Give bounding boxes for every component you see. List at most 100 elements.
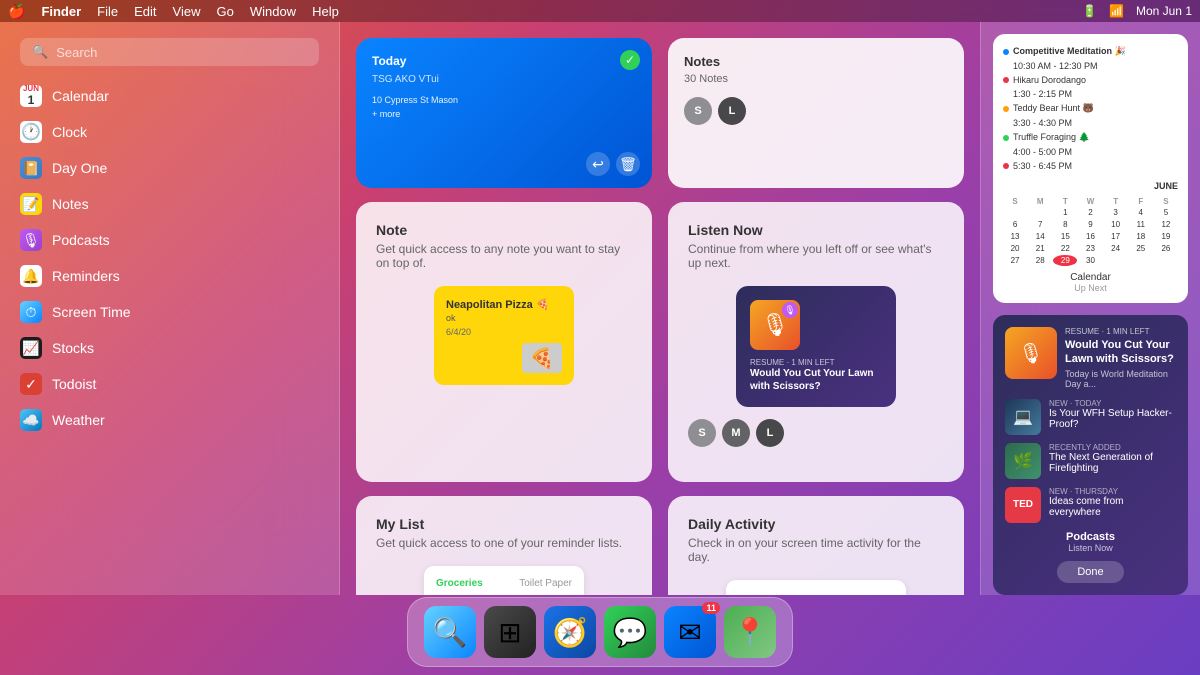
calendar-footer-sub: Up Next [1003, 283, 1178, 293]
reminders-app-icon: 🔔 [20, 265, 42, 287]
cal-day-28: 28 [1028, 255, 1052, 266]
podcast-item-tag-1: NEW · TODAY [1049, 399, 1176, 408]
dock-icon-mail[interactable]: ✉ 11 [664, 606, 716, 658]
widget-row-bot: My List Get quick access to one of your … [356, 496, 964, 595]
mail-badge: 11 [702, 602, 720, 614]
cal-header-w: W [1078, 197, 1102, 206]
sidebar-item-todoist[interactable]: ✓ Todoist [8, 366, 331, 402]
dock-icon-messages[interactable]: 💬 [604, 606, 656, 658]
calendar-app-icon: JUN1 [20, 85, 42, 107]
menubar-file[interactable]: File [97, 4, 118, 19]
podcast-list-item-2[interactable]: 🌿 RECENTLY ADDED The Next Generation of … [1005, 443, 1176, 479]
listen-avatars: S M L [688, 419, 944, 447]
sidebar-item-dayone[interactable]: 📔 Day One [8, 150, 331, 186]
dock-icon-maps[interactable]: 📍 [724, 606, 776, 658]
sidebar-item-stocks[interactable]: 📈 Stocks [8, 330, 331, 366]
sidebar: 🔍 JUN1 Calendar 🕐 Clock 📔 Day One 📝 Note… [0, 22, 340, 595]
widget-my-list: My List Get quick access to one of your … [356, 496, 652, 595]
widget-listen-now: Listen Now Continue from where you left … [668, 202, 964, 482]
search-input[interactable] [56, 45, 307, 60]
event-label-1: Competitive Meditation 🎉 [1013, 46, 1126, 57]
listen-card-tag: RESUME · 1 MIN LEFT [750, 358, 882, 367]
listen-avatar-m: M [722, 419, 750, 447]
podcast-item-title-2: The Next Generation of Firefighting [1049, 452, 1176, 474]
podcast-list-item-3[interactable]: TED NEW · THURSDAY Ideas come from every… [1005, 487, 1176, 523]
dock-icon-finder[interactable]: 🔍 [424, 606, 476, 658]
cal-day-30: 30 [1078, 255, 1102, 266]
sidebar-label-screentime: Screen Time [52, 304, 131, 320]
podcast-thumb-1: 💻 [1005, 399, 1041, 435]
menubar-window[interactable]: Window [250, 4, 296, 19]
todoist-app-icon: ✓ [20, 373, 42, 395]
calendar-month: JUNE [1154, 181, 1178, 191]
cal-day-25: 25 [1129, 243, 1153, 254]
cal-day-9: 9 [1078, 219, 1102, 230]
dock-icon-safari[interactable]: 🧭 [544, 606, 596, 658]
listen-avatar-s: S [688, 419, 716, 447]
sidebar-item-weather[interactable]: ☁️ Weather [8, 402, 331, 438]
dock-icon-launchpad[interactable]: ⊞ [484, 606, 536, 658]
podcast-item-info-1: NEW · TODAY Is Your WFH Setup Hacker-Pro… [1049, 399, 1176, 430]
cal-day-20: 20 [1003, 243, 1027, 254]
calendar-event-5: 5:30 - 6:45 PM [1003, 159, 1178, 173]
notes-avatars: S L [684, 97, 948, 125]
today-reply-icon[interactable]: ↩ [586, 152, 610, 176]
cal-day-18: 18 [1129, 231, 1153, 242]
event-time-4: 4:00 - 5:00 PM [1013, 147, 1072, 157]
cal-day-10: 10 [1104, 219, 1128, 230]
search-bar[interactable]: 🔍 [20, 38, 319, 66]
cal-day-8: 8 [1053, 219, 1077, 230]
cal-day-22: 22 [1053, 243, 1077, 254]
note-card-title: Neapolitan Pizza 🍕 [446, 298, 562, 311]
calendar-events: Competitive Meditation 🎉 10:30 AM - 12:3… [1003, 44, 1178, 173]
notes-widget-title: Notes [684, 54, 948, 69]
podcast-item-info-2: RECENTLY ADDED The Next Generation of Fi… [1049, 443, 1176, 474]
activity-minutes: 9m [740, 594, 892, 595]
done-button[interactable]: Done [1057, 561, 1123, 583]
event-dot-orange [1003, 106, 1009, 112]
sidebar-item-reminders[interactable]: 🔔 Reminders [8, 258, 331, 294]
note-widget-title: Note [376, 222, 632, 238]
menubar-battery-icon: 🔋 [1082, 4, 1097, 18]
listen-album-wrapper: 🎙 🎙 [750, 300, 800, 358]
cal-day-13: 13 [1003, 231, 1027, 242]
event-label-4: Truffle Foraging 🌲 [1013, 132, 1090, 143]
menubar-app-name[interactable]: Finder [41, 4, 81, 19]
cal-day-21: 21 [1028, 243, 1052, 254]
messages-icon: 💬 [613, 616, 648, 649]
today-trash-icon[interactable]: 🗑 [616, 152, 640, 176]
clock-app-icon: 🕐 [20, 121, 42, 143]
cal-day-14: 14 [1028, 231, 1052, 242]
cal-empty-2 [1028, 207, 1052, 218]
today-items: 10 Cypress St Mason + more [372, 93, 636, 122]
sidebar-item-screentime[interactable]: ⏱ Screen Time [8, 294, 331, 330]
podcasts-footer-title: Podcasts [1005, 531, 1176, 543]
calendar-grid: S M T W T F S 1 2 3 4 5 6 7 8 9 10 11 12… [1003, 197, 1178, 266]
menubar-view[interactable]: View [173, 4, 201, 19]
menubar-help[interactable]: Help [312, 4, 339, 19]
sidebar-label-dayone: Day One [52, 160, 107, 176]
menubar-edit[interactable]: Edit [134, 4, 156, 19]
apple-menu[interactable]: 🍎 [8, 3, 25, 20]
sidebar-label-clock: Clock [52, 124, 87, 140]
sidebar-item-clock[interactable]: 🕐 Clock [8, 114, 331, 150]
calendar-event-time-1: 10:30 AM - 12:30 PM [1003, 59, 1178, 73]
sidebar-item-calendar[interactable]: JUN1 Calendar [8, 78, 331, 114]
sidebar-item-notes[interactable]: 📝 Notes [8, 186, 331, 222]
menubar-go[interactable]: Go [216, 4, 233, 19]
cal-day-12: 12 [1154, 219, 1178, 230]
sidebar-item-podcasts[interactable]: 🎙 Podcasts [8, 222, 331, 258]
widget-today: Today TSG AKO VTui 10 Cypress St Mason +… [356, 38, 652, 188]
listen-now-card[interactable]: 🎙 🎙 RESUME · 1 MIN LEFT Would You Cut Yo… [736, 286, 896, 407]
listen-now-title: Listen Now [688, 222, 944, 238]
event-dot-green [1003, 135, 1009, 141]
cal-day-29-today: 29 [1053, 255, 1077, 266]
widget-notes-small: Notes 30 Notes S L [668, 38, 964, 188]
podcasts-footer: Podcasts Listen Now [1005, 531, 1176, 553]
cal-day-24: 24 [1104, 243, 1128, 254]
podcast-album-icon: 🎙 [1005, 327, 1057, 379]
event-dot-blue-1 [1003, 49, 1009, 55]
menubar: 🍎 Finder File Edit View Go Window Help 🔋… [0, 0, 1200, 22]
today-header: Today [372, 54, 636, 68]
podcast-list-item-1[interactable]: 💻 NEW · TODAY Is Your WFH Setup Hacker-P… [1005, 399, 1176, 435]
